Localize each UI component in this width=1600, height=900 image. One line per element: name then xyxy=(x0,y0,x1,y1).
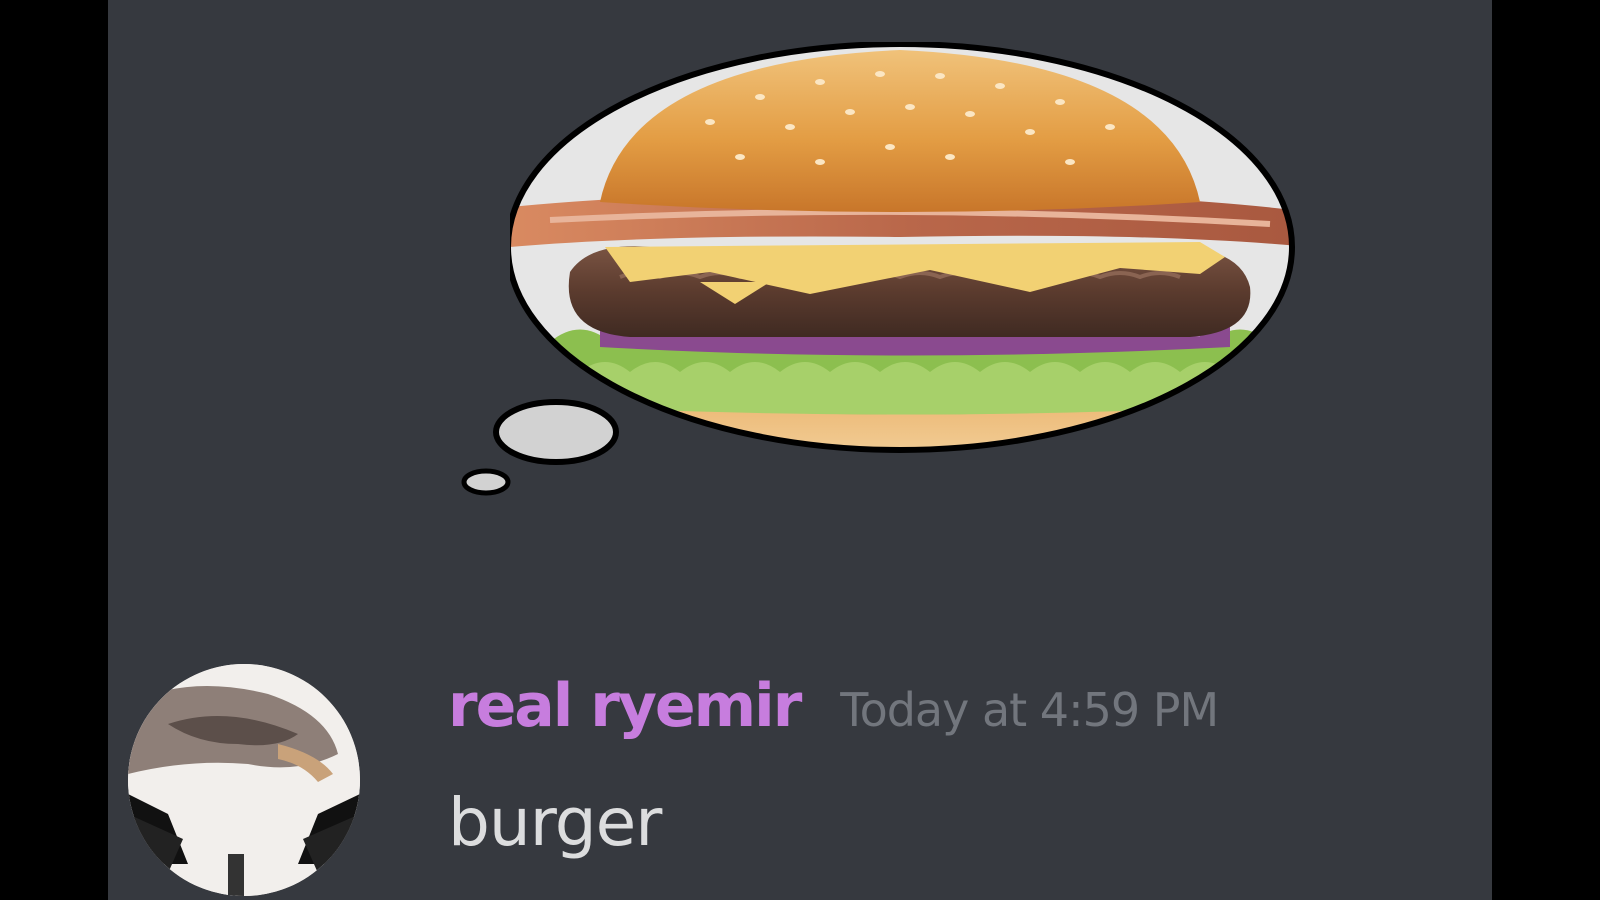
avatar[interactable] xyxy=(128,664,360,896)
avatar-image xyxy=(128,664,360,896)
thought-trail-icon xyxy=(461,399,619,496)
message-header: real ryemir Today at 4:59 PM xyxy=(448,666,1219,746)
username[interactable]: real ryemir xyxy=(448,666,802,746)
chat-panel: real ryemir Today at 4:59 PM burger xyxy=(108,0,1492,900)
timestamp: Today at 4:59 PM xyxy=(840,683,1219,737)
thought-bubble-icon xyxy=(510,42,1310,476)
message-content: burger xyxy=(448,784,662,861)
chat-message: real ryemir Today at 4:59 PM burger xyxy=(108,660,1492,900)
screen: real ryemir Today at 4:59 PM burger xyxy=(0,0,1600,900)
